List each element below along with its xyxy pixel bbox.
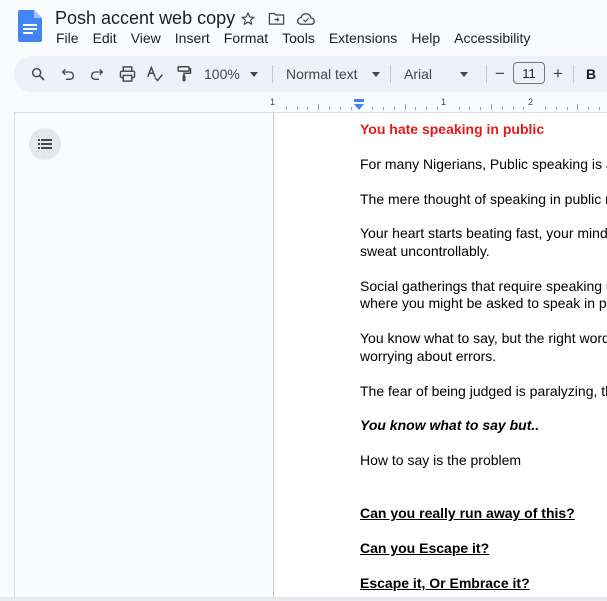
ruler-tick bbox=[512, 107, 514, 110]
zoom-dropdown[interactable]: 100% bbox=[204, 56, 264, 92]
paragraph[interactable]: For many Nigerians, Public speaking is a… bbox=[360, 156, 607, 173]
bold-button[interactable]: B bbox=[582, 56, 600, 92]
paragraph[interactable]: Social gatherings that require speaking … bbox=[360, 278, 607, 295]
paragraph[interactable]: How to say is the problem bbox=[360, 452, 521, 469]
move-folder-icon[interactable] bbox=[267, 9, 286, 28]
ruler-tick bbox=[491, 104, 492, 110]
increase-font-size-button[interactable]: + bbox=[549, 56, 567, 92]
toolbar-divider bbox=[486, 65, 487, 83]
redo-icon[interactable] bbox=[85, 56, 109, 92]
ruler-tick bbox=[415, 107, 417, 110]
toolbar: 100% Normal text Arial − 11 + B bbox=[14, 56, 607, 92]
ruler-tick bbox=[577, 104, 579, 110]
ruler-tick bbox=[458, 107, 460, 110]
document-title[interactable]: Posh accent web copy bbox=[55, 8, 235, 29]
menu-bar: File Edit View Insert Format Tools Exten… bbox=[49, 30, 537, 46]
ruler-tick bbox=[307, 107, 309, 110]
ruler-tick bbox=[393, 107, 395, 110]
decrease-font-size-button[interactable]: − bbox=[491, 56, 509, 92]
toolbar-divider bbox=[390, 65, 391, 83]
menu-file[interactable]: File bbox=[49, 30, 86, 46]
ruler-tick bbox=[350, 107, 352, 110]
ruler-tick bbox=[404, 104, 406, 110]
toolbar-divider bbox=[272, 65, 273, 83]
ruler-tick bbox=[426, 107, 428, 110]
font-family-dropdown[interactable]: Arial bbox=[404, 56, 484, 92]
subheading[interactable]: Escape it, Or Embrace it? bbox=[360, 575, 530, 592]
ruler-tick bbox=[480, 107, 482, 110]
chevron-down-icon bbox=[371, 71, 380, 77]
document-heading[interactable]: You hate speaking in public bbox=[360, 121, 544, 138]
menu-edit[interactable]: Edit bbox=[86, 30, 124, 46]
chevron-down-icon bbox=[460, 71, 469, 77]
paragraph[interactable]: Your heart starts beating fast, your min… bbox=[360, 225, 607, 242]
ruler-label: 1 bbox=[270, 97, 276, 107]
menu-help[interactable]: Help bbox=[404, 30, 447, 46]
undo-icon[interactable] bbox=[56, 56, 80, 92]
paragraph[interactable]: The mere thought of speaking in public m… bbox=[360, 191, 607, 208]
ruler-tick bbox=[329, 107, 330, 110]
ruler-tick bbox=[566, 107, 568, 110]
paragraph[interactable]: where you might be asked to speak in pub bbox=[360, 295, 607, 312]
indent-marker-icon[interactable] bbox=[353, 99, 365, 111]
spelling-check-icon[interactable] bbox=[143, 56, 167, 92]
paint-format-icon[interactable] bbox=[172, 56, 196, 92]
font-size-input[interactable]: 11 bbox=[513, 62, 545, 84]
ruler-tick bbox=[545, 107, 546, 110]
show-outline-button[interactable] bbox=[29, 128, 61, 160]
ruler-tick bbox=[555, 107, 557, 110]
ruler-tick bbox=[383, 107, 384, 110]
ruler-tick bbox=[599, 107, 600, 110]
emphasis-line[interactable]: You know what to say but.. bbox=[360, 417, 539, 434]
horizontal-scrollbar[interactable] bbox=[0, 597, 607, 601]
paragraph-style-dropdown[interactable]: Normal text bbox=[286, 56, 386, 92]
search-menus-icon[interactable] bbox=[26, 56, 50, 92]
chevron-down-icon bbox=[249, 71, 258, 77]
style-value: Normal text bbox=[286, 66, 358, 82]
cloud-saved-icon[interactable] bbox=[296, 9, 315, 28]
subheading[interactable]: Can you Escape it? bbox=[360, 540, 489, 557]
ruler-tick bbox=[339, 107, 341, 110]
menu-view[interactable]: View bbox=[124, 30, 168, 46]
menu-insert[interactable]: Insert bbox=[168, 30, 217, 46]
menu-extensions[interactable]: Extensions bbox=[322, 30, 404, 46]
horizontal-ruler[interactable]: 1 1 2 bbox=[270, 96, 607, 112]
title-bar: Posh accent web copy File Edit View Inse… bbox=[0, 0, 607, 52]
ruler-tick bbox=[318, 104, 320, 110]
document-page[interactable]: You hate speaking in public For many Nig… bbox=[273, 112, 607, 598]
star-icon[interactable] bbox=[238, 9, 257, 28]
ruler-tick bbox=[372, 107, 374, 110]
paragraph[interactable]: You know what to say, but the right word… bbox=[360, 330, 607, 347]
subheading[interactable]: Can you really run away of this? bbox=[360, 505, 575, 522]
print-icon[interactable] bbox=[115, 56, 139, 92]
font-value: Arial bbox=[404, 66, 433, 82]
ruler-tick bbox=[501, 107, 503, 110]
ruler-tick bbox=[588, 107, 590, 110]
toolbar-divider bbox=[573, 65, 574, 83]
menu-tools[interactable]: Tools bbox=[275, 30, 322, 46]
ruler-label: 2 bbox=[528, 97, 534, 107]
menu-accessibility[interactable]: Accessibility bbox=[447, 30, 537, 46]
list-outline-icon bbox=[38, 139, 52, 149]
paragraph[interactable]: worrying about errors. bbox=[360, 348, 496, 365]
paragraph[interactable]: The fear of being judged is paralyzing, … bbox=[360, 383, 607, 400]
ruler-tick bbox=[285, 107, 287, 110]
ruler-tick bbox=[523, 107, 525, 110]
menu-format[interactable]: Format bbox=[217, 30, 275, 46]
ruler-label: 1 bbox=[441, 97, 447, 107]
ruler-tick bbox=[437, 107, 438, 110]
outline-panel bbox=[14, 112, 273, 598]
ruler-tick bbox=[296, 107, 298, 110]
ruler-tick bbox=[469, 107, 471, 110]
paragraph[interactable]: sweat uncontrollably. bbox=[360, 243, 490, 260]
google-docs-logo-icon[interactable] bbox=[18, 10, 42, 42]
zoom-value: 100% bbox=[204, 66, 240, 82]
